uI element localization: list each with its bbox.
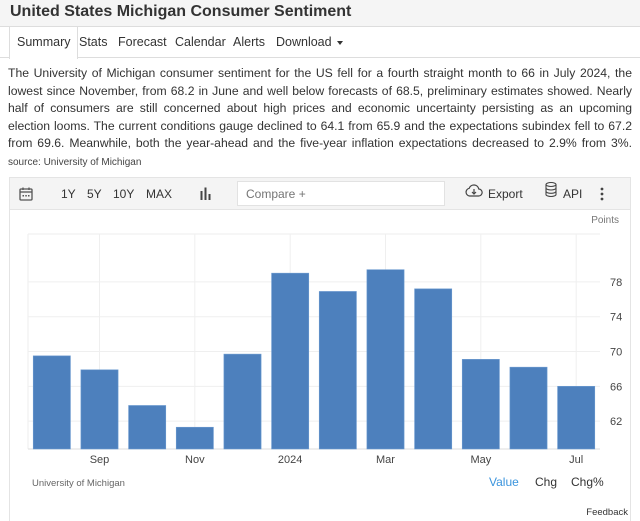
summary-text: The University of Michigan consumer sent… [8,66,632,151]
bar-jan-2024[interactable] [271,272,310,450]
bar-sep-2023[interactable] [80,369,119,450]
x-tick-label: May [470,454,491,466]
chart-panel: 1Y 5Y 10Y MAX Export API SepNov2024MarMa… [9,177,631,521]
x-tick-label: Jul [569,454,583,466]
bar-jul-2024[interactable] [557,386,596,450]
bar-chart: Sep Nov 2024 Mar May Jul 62 66 70 74 78 Points [27,215,622,466]
y-tick-label: 78 [610,277,622,289]
page-title: United States Michigan Consumer Sentimen… [10,3,352,20]
bar-nov-2023[interactable] [175,426,214,450]
bar-aug-2023[interactable] [32,355,71,450]
summary-description: The University of Michigan consumer sent… [8,65,632,172]
bar-oct-2023[interactable] [128,405,167,450]
y-tick-label: 70 [610,347,622,359]
tab-summary[interactable]: Summary [9,27,79,59]
caret-down-icon [336,40,343,45]
chart-bars [32,269,596,450]
tab-calendar[interactable]: Calendar [175,27,226,58]
tab-alerts[interactable]: Alerts [233,27,265,58]
bar-apr-2024[interactable] [414,288,453,450]
summary-source: source: University of Michigan [8,156,142,168]
title-bar: United States Michigan Consumer Sentimen… [0,0,640,27]
x-tick-label: 2024 [278,454,302,466]
tab-forecast[interactable]: Forecast [118,27,167,58]
mode-value-button[interactable]: Value [489,475,519,489]
mode-chg-pct-button[interactable]: Chg% [571,475,604,489]
x-tick-label: Sep [90,454,110,466]
tab-download-label: Download [276,35,332,49]
bar-dec-2023[interactable] [223,353,262,450]
y-tick-label: 66 [610,381,622,393]
bar-feb-2024[interactable] [318,291,357,450]
feedback-link[interactable]: Feedback [586,507,628,518]
tab-stats[interactable]: Stats [79,27,108,58]
y-axis-labels: 62 66 70 74 78 [610,277,622,428]
y-tick-label: 74 [610,312,622,324]
x-tick-label: Nov [185,454,205,466]
tab-bar: Summary Stats Forecast Calendar Alerts D… [0,27,640,59]
bar-may-2024[interactable] [461,359,500,450]
x-tick-label: Mar [376,454,395,466]
chart-source: University of Michigan [32,478,125,489]
mode-chg-button[interactable]: Chg [535,475,557,489]
tab-download[interactable]: Download [276,27,343,58]
bar-jun-2024[interactable] [509,366,548,450]
y-axis-unit-label: Points [591,215,619,226]
y-tick-label: 62 [610,416,622,428]
x-axis-labels: Sep Nov 2024 Mar May Jul [90,454,583,466]
bar-mar-2024[interactable] [366,269,405,450]
